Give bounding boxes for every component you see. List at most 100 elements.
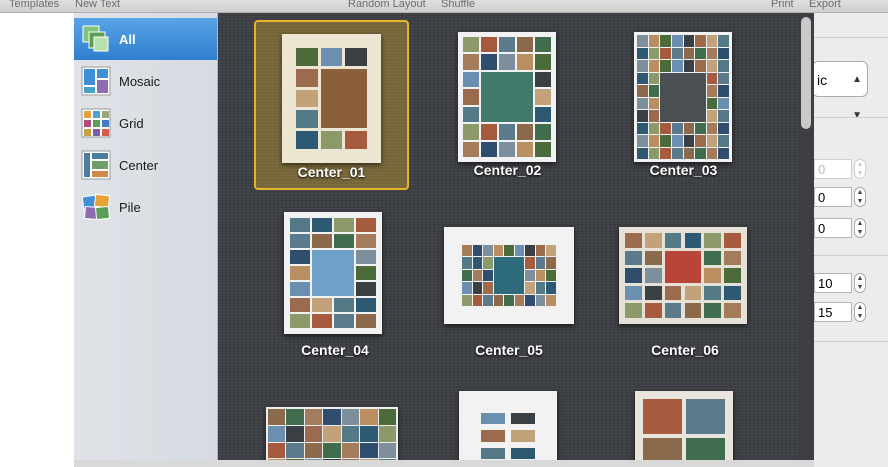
- category-all[interactable]: All: [74, 18, 217, 60]
- photo-cell: [704, 268, 722, 283]
- photo-cell: [463, 89, 479, 105]
- photo-cell: [535, 282, 546, 294]
- number-field[interactable]: 0: [814, 159, 852, 179]
- number-field[interactable]: 0: [814, 187, 852, 207]
- photo-cell: [462, 269, 472, 282]
- new-text-button[interactable]: New Text: [75, 0, 120, 10]
- photo-cell: [718, 47, 729, 59]
- photo-cell: [493, 245, 504, 257]
- photo-cell: [637, 47, 648, 59]
- photo-cell: [695, 147, 706, 159]
- photo-cell: [296, 110, 318, 129]
- photo-cell: [637, 110, 648, 122]
- photo-cell: [706, 47, 718, 59]
- export-button[interactable]: Export: [809, 0, 841, 10]
- photo-cell: [525, 294, 535, 306]
- photo-cell: [525, 269, 535, 282]
- print-button[interactable]: Print: [771, 0, 794, 10]
- stepper-control[interactable]: ▲ ▼: [854, 273, 866, 293]
- photo-cell: [268, 425, 286, 442]
- photo-cell: [706, 135, 718, 147]
- scrollbar[interactable]: [798, 13, 814, 467]
- number-field[interactable]: 0: [814, 218, 852, 238]
- template-tile-center-02[interactable]: Center_02: [444, 20, 599, 190]
- template-tile-partial[interactable]: [266, 407, 398, 467]
- template-thumbnail: [619, 227, 747, 324]
- photo-cell: [660, 147, 671, 159]
- scrollbar-thumb[interactable]: [801, 17, 811, 129]
- photo-cell: [312, 234, 332, 248]
- photo-cell: [684, 285, 702, 301]
- photo-cell: [706, 97, 718, 109]
- center-photo: [493, 257, 525, 294]
- photo-cell: [664, 303, 682, 318]
- photo-cell: [644, 303, 662, 318]
- photo-cell: [706, 72, 718, 84]
- photo-cell: [718, 135, 729, 147]
- inspector-panel: ic ▲ ▼ 0 ▲ ▼ 0 ▲ ▼ 0 ▲ ▼ 10 ▲ ▼ 15 ▲ ▼: [812, 13, 888, 467]
- layout-popup[interactable]: ic ▲ ▼: [812, 61, 868, 121]
- photo-cell: [684, 233, 702, 248]
- photo-cell: [463, 54, 479, 70]
- photo-cell: [483, 269, 493, 282]
- category-center[interactable]: Center: [74, 144, 217, 186]
- divider: [814, 117, 888, 118]
- shuffle-button[interactable]: Shuffle: [441, 0, 475, 10]
- photo-cell: [718, 122, 729, 134]
- photo-cell: [463, 71, 479, 88]
- photo-cell: [304, 409, 323, 425]
- photo-cell: [504, 245, 514, 257]
- photo-cell: [499, 141, 515, 157]
- photo-cell: [724, 303, 741, 318]
- canvas-area: [0, 13, 74, 467]
- template-tile-center-04[interactable]: Center_04: [280, 212, 390, 362]
- photo-cell: [637, 72, 648, 84]
- stepper-control[interactable]: ▲ ▼: [854, 187, 866, 207]
- photo-cell: [463, 106, 479, 123]
- photo-cell: [378, 409, 396, 425]
- random-layout-button[interactable]: Random Layout: [348, 0, 426, 10]
- template-tile-partial[interactable]: [459, 391, 557, 467]
- photo-cell: [378, 442, 396, 459]
- photo-cell: [718, 35, 729, 47]
- photo-cell: [671, 135, 683, 147]
- photo-cell: [525, 245, 535, 257]
- photo-cell: [312, 218, 332, 232]
- photo-cell: [637, 60, 648, 72]
- photo-cell: [704, 250, 722, 266]
- template-tile-center-01[interactable]: Center_01: [254, 20, 409, 190]
- photo-cell: [481, 413, 505, 425]
- stepper-control[interactable]: ▲ ▼: [854, 218, 866, 238]
- photo-cell: [514, 245, 525, 257]
- photo-cell: [511, 430, 535, 442]
- photo-cell: [472, 282, 483, 294]
- stepper-control[interactable]: ▲ ▼: [854, 159, 866, 179]
- category-grid[interactable]: Grid: [74, 102, 217, 144]
- template-tile-center-03[interactable]: Center_03: [620, 20, 775, 190]
- category-mosaic[interactable]: Mosaic: [74, 60, 217, 102]
- photo-cell: [341, 442, 360, 459]
- template-grid: Center_01 Center_02 Center_03 Center_04 …: [218, 13, 814, 467]
- template-tile-center-05[interactable]: Center_05: [444, 227, 574, 367]
- stepper-control[interactable]: ▲ ▼: [854, 302, 866, 322]
- photo-cell: [706, 85, 718, 97]
- templates-button[interactable]: Templates: [9, 0, 59, 10]
- number-field[interactable]: 10: [814, 273, 852, 293]
- center-icon: [81, 150, 111, 180]
- photo-cell: [511, 413, 535, 425]
- photo-cell: [360, 409, 378, 425]
- number-field[interactable]: 15: [814, 302, 852, 322]
- photo-cell: [535, 294, 546, 306]
- photo-cell: [493, 294, 504, 306]
- template-tile-center-06[interactable]: Center_06: [618, 227, 748, 367]
- template-tile-partial[interactable]: [635, 391, 733, 467]
- photo-cell: [462, 245, 472, 257]
- photo-cell: [504, 294, 514, 306]
- photo-cell: [525, 282, 535, 294]
- photo-cell: [463, 141, 479, 157]
- category-pile[interactable]: Pile: [74, 186, 217, 228]
- photo-cell: [286, 425, 304, 442]
- photo-cell: [472, 294, 483, 306]
- photo-cell: [706, 35, 718, 47]
- all-layouts-icon: [81, 24, 111, 54]
